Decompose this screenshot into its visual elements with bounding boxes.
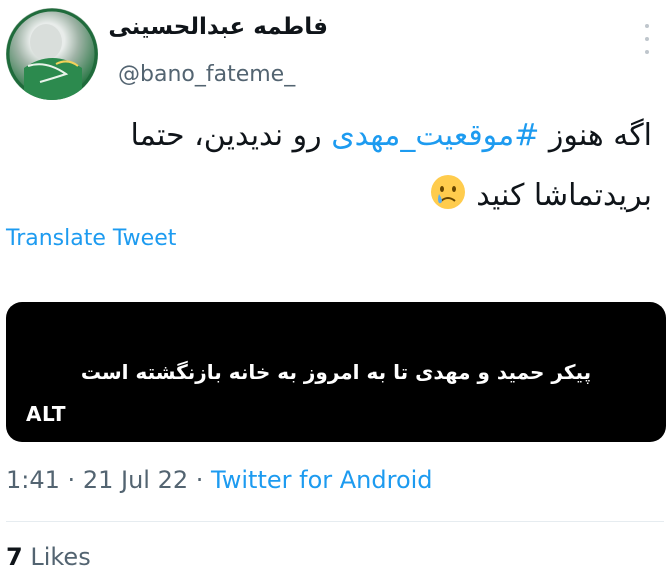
tweet-header: فاطمه عبدالحسینی @bano_fateme_ — [0, 0, 670, 110]
hashtag-link[interactable]: #موقعیت_مهدی — [331, 118, 539, 153]
divider — [6, 521, 664, 522]
likes-label: Likes — [30, 543, 91, 571]
more-dot — [645, 50, 649, 54]
more-dot — [645, 37, 649, 41]
likes-count: 7 — [6, 543, 23, 571]
more-options-icon[interactable] — [642, 24, 652, 54]
media-caption: پیکر حمید و مهدی تا به امروز به خانه باز… — [80, 360, 592, 384]
tweet-source-link[interactable]: Twitter for Android — [211, 466, 432, 494]
author-handle[interactable]: @bano_fateme_ — [118, 62, 295, 87]
author-display-name[interactable]: فاطمه عبدالحسینی — [100, 14, 328, 40]
media-image[interactable]: پیکر حمید و مهدی تا به امروز به خانه باز… — [6, 302, 666, 442]
meta-separator: · — [195, 466, 204, 494]
avatar-image — [6, 8, 98, 100]
more-dot — [645, 24, 649, 28]
crying-face-icon — [430, 175, 465, 209]
tweet-text: اگه هنوز #موقعیت_مهدی رو ندیدین، حتما بر… — [12, 106, 652, 226]
likes-stat[interactable]: 7 Likes — [6, 543, 91, 571]
tweet-time[interactable]: 1:41 — [6, 466, 60, 494]
tweet-meta: 1:41 · 21 Jul 22 · Twitter for Android — [6, 466, 433, 494]
alt-badge[interactable]: ALT — [26, 402, 66, 426]
avatar[interactable] — [6, 8, 98, 100]
translate-tweet-link[interactable]: Translate Tweet — [6, 226, 176, 251]
meta-separator: · — [67, 466, 76, 494]
tweet-text-start: اگه هنوز — [539, 118, 652, 153]
tweet-date[interactable]: 21 Jul 22 — [83, 466, 188, 494]
